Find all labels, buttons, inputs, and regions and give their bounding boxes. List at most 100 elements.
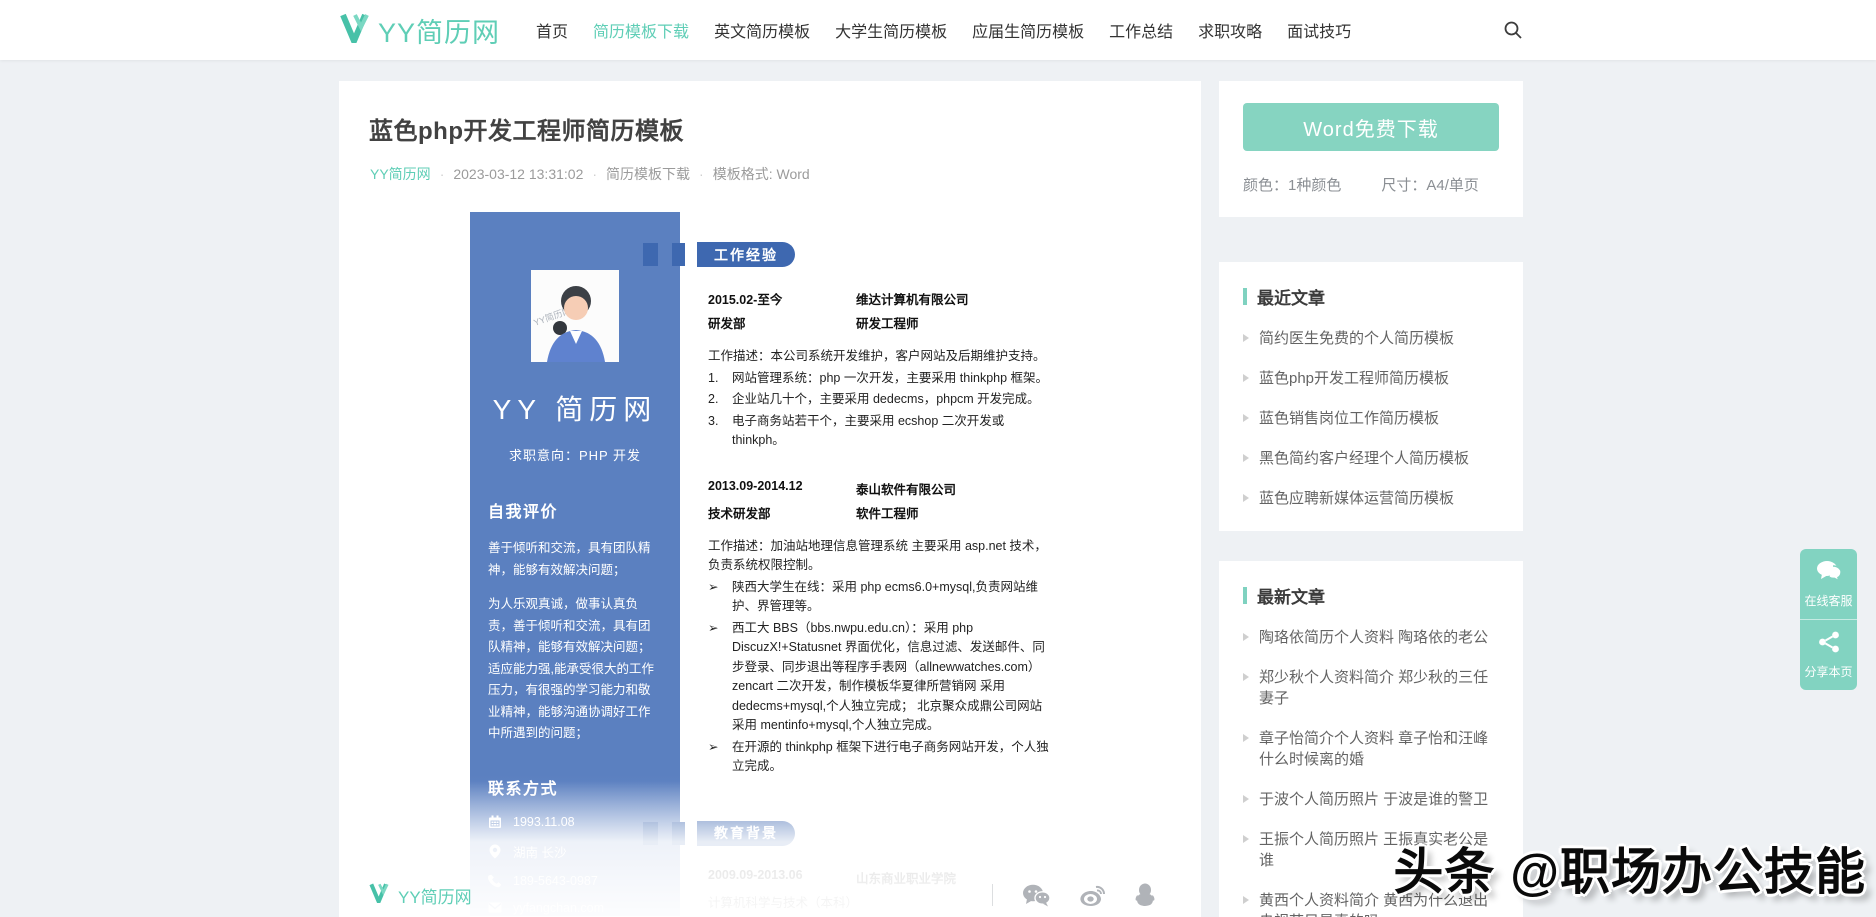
work-desc-line: 3.电子商务站若干个，主要采用 ecshop 二次开发或 thinkph。 (708, 412, 1050, 451)
logo-v-icon (369, 883, 391, 908)
work-desc-line: ➢陕西大学生在线：采用 php ecms6.0+mysql,负责网站维护、界管理… (708, 578, 1050, 617)
work-desc-line: 1.网站管理系统：php 一次开发，主要采用 thinkphp 框架。 (708, 369, 1050, 389)
contact-row: 1993.11.08 (488, 815, 662, 829)
word-download-button[interactable]: Word免费下载 (1243, 103, 1499, 151)
work-company: 泰山软件有限公司 (856, 479, 1050, 498)
latest-articles-title: 最新文章 (1257, 583, 1325, 608)
site-logo[interactable]: YY简历网 (340, 11, 500, 50)
triangle-bullet-icon (1243, 494, 1249, 502)
recent-article-link[interactable]: 黑色简约客户经理个人简历模板 (1243, 448, 1499, 469)
resume-intention: 求职意向：PHP 开发 (470, 445, 680, 464)
nav-item[interactable]: 大学生简历模板 (835, 18, 947, 42)
weibo-icon[interactable] (1079, 883, 1107, 907)
ribbon-square (643, 822, 658, 845)
floating-toolbar: 在线客服 分享本页 (1800, 549, 1857, 690)
work-desc-line: 工作描述：本公司系统开发维护，客户网站及后期维护支持。 (708, 347, 1050, 367)
work-dept: 技术研发部 (708, 503, 856, 522)
nav-item[interactable]: 简历模板下载 (593, 18, 689, 42)
logo-v-icon (340, 13, 372, 48)
meta-format: 模板格式: Word (713, 164, 810, 184)
right-sidebar: Word免费下载 颜色：1种颜色 尺寸：A4/单页 最近文章 简约医生免费的个人… (1219, 81, 1523, 917)
triangle-bullet-icon (1243, 334, 1249, 342)
recent-article-link[interactable]: 蓝色php开发工程师简历模板 (1243, 368, 1499, 389)
share-page-label: 分享本页 (1800, 663, 1857, 680)
article-meta: YY简历网 · 2023-03-12 13:31:02 · 简历模板下载 · 模… (370, 164, 1201, 184)
search-icon[interactable] (1503, 20, 1523, 40)
share-page-button[interactable]: 分享本页 (1800, 619, 1857, 690)
recent-articles-header: 最近文章 (1243, 284, 1499, 309)
work-dept: 研发部 (708, 313, 856, 332)
recent-article-link[interactable]: 简约医生免费的个人简历模板 (1243, 328, 1499, 349)
meta-separator: · (592, 166, 597, 182)
work-period: 2013.09-2014.12 (708, 479, 856, 498)
online-service-label: 在线客服 (1800, 592, 1857, 609)
latest-article-link[interactable]: 郑少秋个人资料简介 郑少秋的三任妻子 (1243, 667, 1499, 709)
latest-article-link[interactable]: 于波个人简历照片 于波是谁的警卫 (1243, 789, 1499, 810)
resume-contact-title: 联系方式 (488, 775, 662, 799)
top-navbar: YY简历网 首页 简历模板下载 英文简历模板 大学生简历模板 应届生简历模板 工… (0, 0, 1876, 60)
footer-logo[interactable]: YY简历网 (369, 883, 472, 908)
work-role: 研发工程师 (856, 313, 1050, 332)
ribbon-square (672, 243, 685, 266)
work-entry: 2015.02-至今 维达计算机有限公司 研发部 研发工程师 工作描述：本公司系… (708, 289, 1050, 451)
resume-section-ribbon: 工作经验 (643, 242, 1050, 267)
main-nav: 首页 简历模板下载 英文简历模板 大学生简历模板 应届生简历模板 工作总结 求职… (536, 18, 1351, 42)
footer-logo-text: YY简历网 (398, 883, 472, 908)
nav-item[interactable]: 首页 (536, 18, 568, 42)
work-company: 维达计算机有限公司 (856, 289, 1050, 308)
nav-item[interactable]: 求职攻略 (1198, 18, 1262, 42)
latest-article-link[interactable]: 章子怡简介个人资料 章子怡和汪峰什么时候离的婚 (1243, 728, 1499, 770)
page-title: 蓝色php开发工程师简历模板 (369, 111, 1201, 146)
wechat-icon[interactable] (1021, 883, 1051, 907)
meta-separator: · (440, 166, 445, 182)
meta-date: 2023-03-12 13:31:02 (453, 166, 583, 182)
nav-item[interactable]: 面试技巧 (1287, 18, 1351, 42)
work-desc-line: 工作描述：加油站地理信息管理系统 主要采用 asp.net 技术，负责系统权限控… (708, 537, 1050, 576)
header-accent-bar (1243, 587, 1247, 604)
triangle-bullet-icon (1243, 633, 1249, 641)
triangle-bullet-icon (1243, 896, 1249, 904)
meta-source-link[interactable]: YY简历网 (370, 164, 431, 184)
toutiao-watermark: 头条 @职场办公技能 (1393, 832, 1866, 904)
resume-avatar: YY简历网 (531, 270, 619, 362)
nav-item[interactable]: 工作总结 (1109, 18, 1173, 42)
online-service-button[interactable]: 在线客服 (1800, 549, 1857, 619)
latest-articles-header: 最新文章 (1243, 583, 1499, 608)
qq-icon[interactable] (1135, 882, 1155, 908)
contact-location: 湖南 长沙 (513, 842, 566, 861)
recent-articles-title: 最近文章 (1257, 284, 1325, 309)
work-period: 2015.02-至今 (708, 289, 856, 308)
work-entry: 2013.09-2014.12 泰山软件有限公司 技术研发部 软件工程师 工作描… (708, 479, 1050, 777)
resume-selfeval-paragraph: 善于倾听和交流，具有团队精神，能够有效解决问题； (488, 538, 662, 581)
work-role: 软件工程师 (856, 503, 1050, 522)
resume-section-title: 工作经验 (697, 242, 795, 267)
nav-item[interactable]: 应届生简历模板 (972, 18, 1084, 42)
triangle-bullet-icon (1243, 673, 1249, 681)
work-desc-line: 2.企业站几十个，主要采用 dedecms，phpcm 开发完成。 (708, 390, 1050, 410)
meta-separator: · (699, 166, 704, 182)
article-footer: YY简历网 (339, 873, 1201, 917)
ribbon-square (643, 243, 658, 266)
triangle-bullet-icon (1243, 414, 1249, 422)
latest-article-link[interactable]: 陶珞依简历个人资料 陶珞依的老公 (1243, 627, 1499, 648)
header-accent-bar (1243, 288, 1247, 305)
resume-selfeval-paragraph: 适应能力强,能承受很大的工作压力，有很强的学习能力和敬业精神，能够沟通协调好工作… (488, 659, 662, 745)
recent-article-link[interactable]: 蓝色应聘新媒体运营简历模板 (1243, 488, 1499, 509)
template-size-spec: 尺寸：A4/单页 (1381, 174, 1479, 195)
meta-category-link[interactable]: 简历模板下载 (606, 164, 690, 184)
contact-row: 湖南 长沙 (488, 842, 662, 861)
logo-text: YY简历网 (378, 11, 500, 50)
location-icon (488, 844, 502, 859)
resume-selfeval-title: 自我评价 (488, 498, 662, 522)
triangle-bullet-icon (1243, 734, 1249, 742)
contact-birthdate: 1993.11.08 (513, 815, 575, 829)
article-card: 蓝色php开发工程师简历模板 YY简历网 · 2023-03-12 13:31:… (339, 81, 1201, 917)
calendar-icon (488, 815, 502, 829)
recent-article-link[interactable]: 蓝色销售岗位工作简历模板 (1243, 408, 1499, 429)
resume-section-ribbon: 教育背景 (643, 821, 1050, 846)
nav-item[interactable]: 英文简历模板 (714, 18, 810, 42)
resume-blue-sidebar: YY简历网 YY 简历网 求职意向：PHP 开发 自我评价 善于倾听和交流，具有… (470, 212, 680, 916)
work-desc-line: ➢在开源的 thinkphp 框架下进行电子商务网站开发，个人独立完成。 (708, 738, 1050, 777)
triangle-bullet-icon (1243, 795, 1249, 803)
recent-articles-card: 最近文章 简约医生免费的个人简历模板 蓝色php开发工程师简历模板 (1219, 262, 1523, 531)
